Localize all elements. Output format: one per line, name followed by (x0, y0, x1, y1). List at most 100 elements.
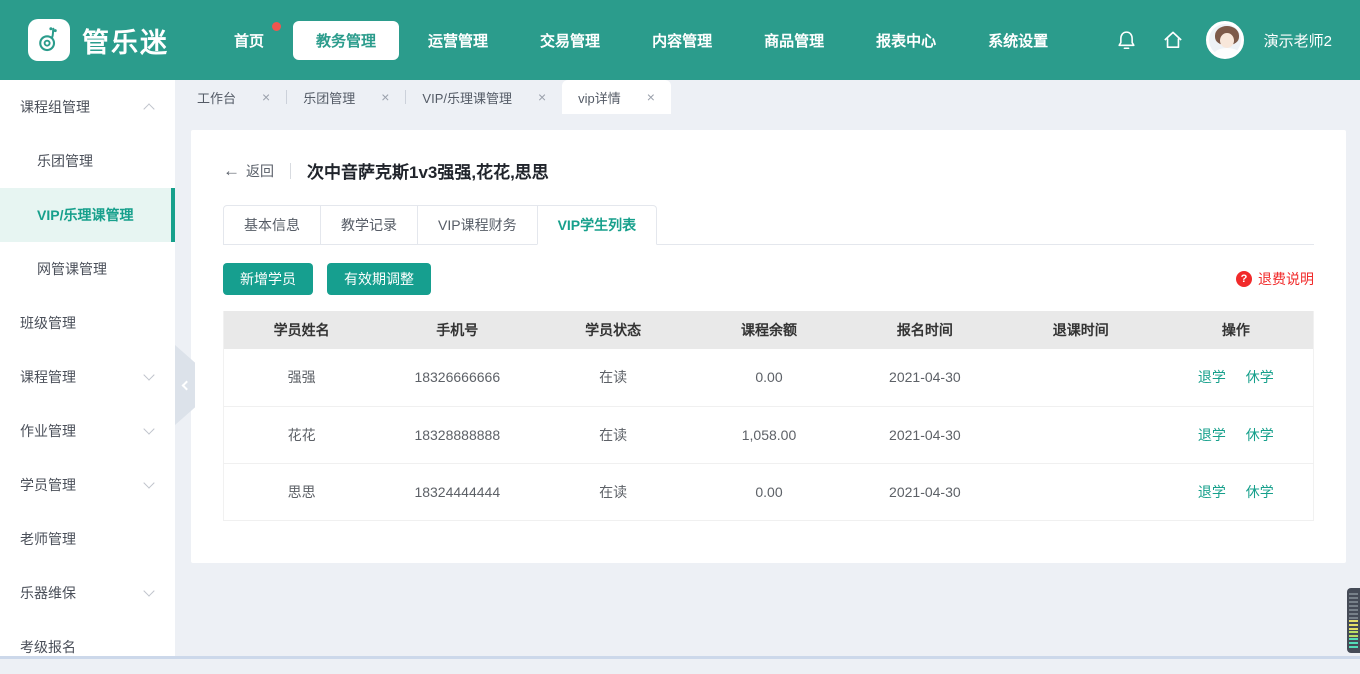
page-title: 次中音萨克斯1v3强强,花花,思思 (307, 158, 549, 183)
cell-status: 在读 (535, 463, 691, 520)
col-quit-date: 退课时间 (1003, 311, 1159, 349)
bell-icon[interactable] (1114, 27, 1140, 53)
nav-item-content[interactable]: 内容管理 (629, 21, 735, 60)
add-student-button[interactable]: 新增学员 (223, 263, 313, 295)
toolbar: 新增学员 有效期调整 ? 退费说明 (223, 263, 1314, 295)
col-balance: 课程余额 (691, 311, 847, 349)
close-icon[interactable]: × (381, 89, 389, 105)
sidebar-item-instrument-maintenance[interactable]: 乐器维保 (0, 566, 175, 620)
sidebar-item-homework[interactable]: 作业管理 (0, 404, 175, 458)
table-row: 思思 18324444444 在读 0.00 2021-04-30 退学 休学 (224, 463, 1314, 520)
col-status: 学员状态 (535, 311, 691, 349)
nav-item-operations-label: 运营管理 (428, 33, 488, 50)
cell-student-name: 思思 (224, 463, 380, 520)
suspend-link[interactable]: 休学 (1246, 427, 1274, 443)
question-circle-icon: ? (1236, 271, 1252, 287)
table-header-row: 学员姓名 手机号 学员状态 课程余额 报名时间 退课时间 操作 (224, 311, 1314, 349)
sidebar-item-label: 学员管理 (20, 475, 76, 495)
table-row: 花花 18328888888 在读 1,058.00 2021-04-30 退学… (224, 406, 1314, 463)
open-tab-label: 工作台 (197, 88, 236, 107)
tab-teaching-records[interactable]: 教学记录 (320, 205, 418, 245)
open-tab-vip-theory[interactable]: VIP/乐理课管理 × (406, 80, 562, 114)
cell-actions: 退学 休学 (1159, 349, 1314, 406)
sidebar: 课程组管理 乐团管理 VIP/乐理课管理 网管课管理 班级管理 课程管理 作业管… (0, 80, 175, 659)
nav-item-academic[interactable]: 教务管理 (293, 21, 399, 60)
sidebar-item-online-class[interactable]: 网管课管理 (0, 242, 175, 296)
nav-item-transactions[interactable]: 交易管理 (517, 21, 623, 60)
tab-basic-info[interactable]: 基本信息 (223, 205, 321, 245)
refund-note-label: 退费说明 (1258, 269, 1314, 289)
chevron-left-icon (182, 380, 192, 390)
user-avatar[interactable] (1206, 21, 1244, 59)
sidebar-item-label: 老师管理 (20, 529, 76, 549)
open-tab-orchestra[interactable]: 乐团管理 × (287, 80, 405, 114)
sidebar-item-label: 课程管理 (20, 367, 76, 387)
sidebar-item-label: 乐器维保 (20, 583, 76, 603)
close-icon[interactable]: × (262, 89, 270, 105)
chevron-down-icon (143, 477, 154, 488)
cell-quit-date (1003, 406, 1159, 463)
open-tab-label: 乐团管理 (303, 88, 355, 107)
close-icon[interactable]: × (647, 89, 655, 105)
nav-item-transactions-label: 交易管理 (540, 33, 600, 50)
cell-phone: 18324444444 (379, 463, 535, 520)
cell-quit-date (1003, 349, 1159, 406)
back-button[interactable]: ← 返回 (223, 161, 274, 181)
suspend-link[interactable]: 休学 (1246, 369, 1274, 385)
cell-balance: 1,058.00 (691, 406, 847, 463)
sidebar-item-students[interactable]: 学员管理 (0, 458, 175, 512)
suspend-link[interactable]: 休学 (1246, 484, 1274, 500)
cell-enroll-date: 2021-04-30 (847, 406, 1003, 463)
open-tabs-bar: 工作台 × 乐团管理 × VIP/乐理课管理 × vip详情 × (175, 80, 1360, 114)
nav-item-products-label: 商品管理 (764, 33, 824, 50)
nav-item-settings[interactable]: 系统设置 (965, 21, 1071, 60)
header-divider (290, 163, 291, 179)
chevron-down-icon (143, 585, 154, 596)
sidebar-item-label: 网管课管理 (37, 259, 107, 279)
open-tab-label: vip详情 (578, 88, 621, 107)
col-phone: 手机号 (379, 311, 535, 349)
cell-enroll-date: 2021-04-30 (847, 463, 1003, 520)
detail-tabs: 基本信息 教学记录 VIP课程财务 VIP学生列表 (223, 205, 1314, 245)
sidebar-item-course-mgmt[interactable]: 课程管理 (0, 350, 175, 404)
nav-item-reports[interactable]: 报表中心 (853, 21, 959, 60)
main-content: ← 返回 次中音萨克斯1v3强强,花花,思思 基本信息 教学记录 VIP课程财务… (175, 114, 1360, 659)
sidebar-item-grading-signup[interactable]: 考级报名 (0, 620, 175, 674)
navbar-right: 演示老师2 (1114, 21, 1332, 59)
tab-vip-student-list[interactable]: VIP学生列表 (537, 205, 658, 245)
cell-status: 在读 (535, 349, 691, 406)
user-name[interactable]: 演示老师2 (1264, 30, 1332, 51)
nav-item-operations[interactable]: 运营管理 (405, 21, 511, 60)
cell-student-name: 花花 (224, 406, 380, 463)
nav-item-settings-label: 系统设置 (988, 33, 1048, 50)
sidebar-item-vip-theory[interactable]: VIP/乐理课管理 (0, 188, 175, 242)
home-icon[interactable] (1160, 27, 1186, 53)
nav-item-home[interactable]: 首页 (211, 21, 287, 60)
cell-enroll-date: 2021-04-30 (847, 349, 1003, 406)
open-tab-vip-detail[interactable]: vip详情 × (562, 80, 671, 114)
sidebar-item-label: 作业管理 (20, 421, 76, 441)
brand-logo-icon (28, 19, 70, 61)
quit-school-link[interactable]: 退学 (1198, 484, 1226, 500)
tab-vip-course-finance[interactable]: VIP课程财务 (417, 205, 538, 245)
quit-school-link[interactable]: 退学 (1198, 369, 1226, 385)
sidebar-item-orchestra[interactable]: 乐团管理 (0, 134, 175, 188)
performance-meter-widget (1347, 588, 1360, 653)
nav-item-products[interactable]: 商品管理 (741, 21, 847, 60)
sidebar-item-label: VIP/乐理课管理 (37, 205, 133, 225)
refund-note-link[interactable]: ? 退费说明 (1236, 269, 1314, 289)
col-actions: 操作 (1159, 311, 1314, 349)
student-table: 学员姓名 手机号 学员状态 课程余额 报名时间 退课时间 操作 强强 18326… (223, 311, 1314, 521)
open-tab-workbench[interactable]: 工作台 × (181, 80, 286, 114)
page-header: ← 返回 次中音萨克斯1v3强强,花花,思思 (223, 158, 1314, 183)
close-icon[interactable]: × (538, 89, 546, 105)
cell-status: 在读 (535, 406, 691, 463)
sidebar-item-teachers[interactable]: 老师管理 (0, 512, 175, 566)
sidebar-item-course-group[interactable]: 课程组管理 (0, 80, 175, 134)
sidebar-item-class-mgmt[interactable]: 班级管理 (0, 296, 175, 350)
back-label: 返回 (246, 161, 274, 181)
adjust-validity-button[interactable]: 有效期调整 (327, 263, 431, 295)
brand-logo: 管乐迷 (28, 19, 169, 61)
sidebar-item-label: 班级管理 (20, 313, 76, 333)
quit-school-link[interactable]: 退学 (1198, 427, 1226, 443)
